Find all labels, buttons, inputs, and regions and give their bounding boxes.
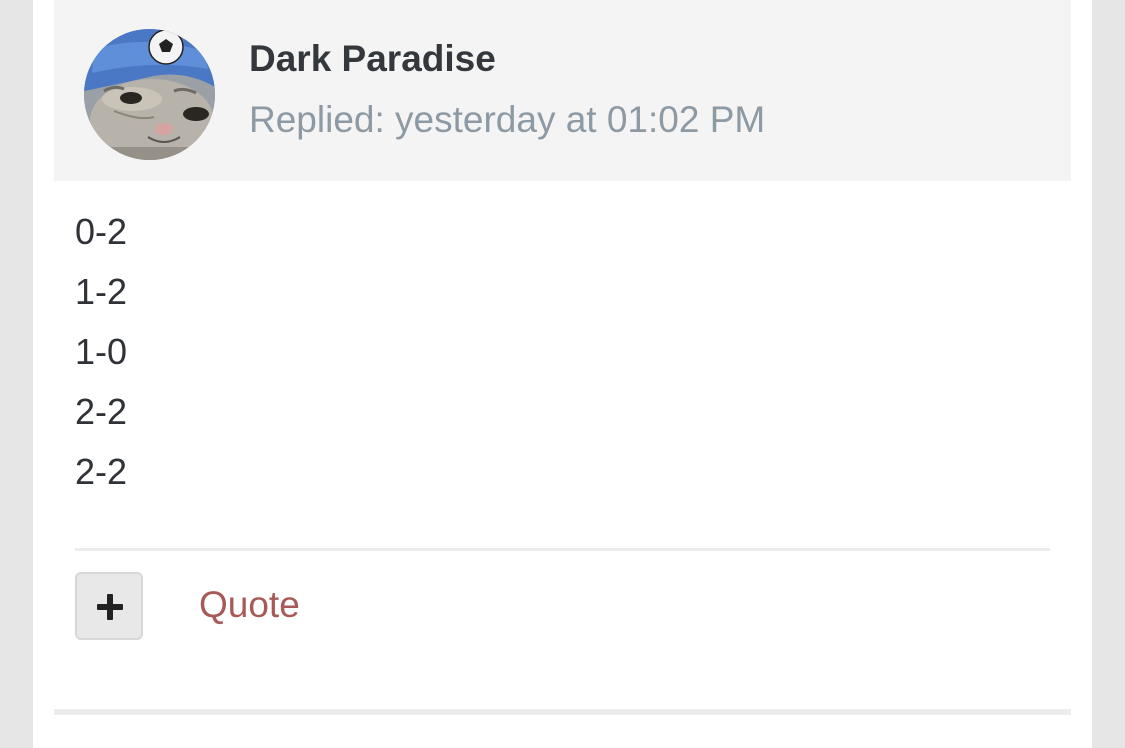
body-line: 1-0 xyxy=(75,331,128,372)
post-header: Dark Paradise Replied: yesterday at 01:0… xyxy=(54,0,1071,181)
post-body: 0-2 1-2 1-0 2-2 2-2 xyxy=(75,200,127,500)
cat-avatar-icon xyxy=(84,29,215,160)
body-line: 2-2 xyxy=(75,451,128,492)
body-line: 0-2 xyxy=(75,211,128,252)
plus-icon xyxy=(97,594,123,620)
post-divider xyxy=(75,548,1050,551)
expand-button[interactable] xyxy=(75,572,143,640)
body-line: 2-2 xyxy=(75,391,128,432)
reply-timestamp: Replied: yesterday at 01:02 PM xyxy=(249,99,766,140)
body-line: 1-2 xyxy=(75,271,128,312)
post-container: Dark Paradise Replied: yesterday at 01:0… xyxy=(33,0,1092,748)
author-name[interactable]: Dark Paradise xyxy=(249,38,496,80)
avatar[interactable] xyxy=(84,29,215,160)
quote-link[interactable]: Quote xyxy=(199,584,300,626)
post-separator xyxy=(54,709,1071,715)
